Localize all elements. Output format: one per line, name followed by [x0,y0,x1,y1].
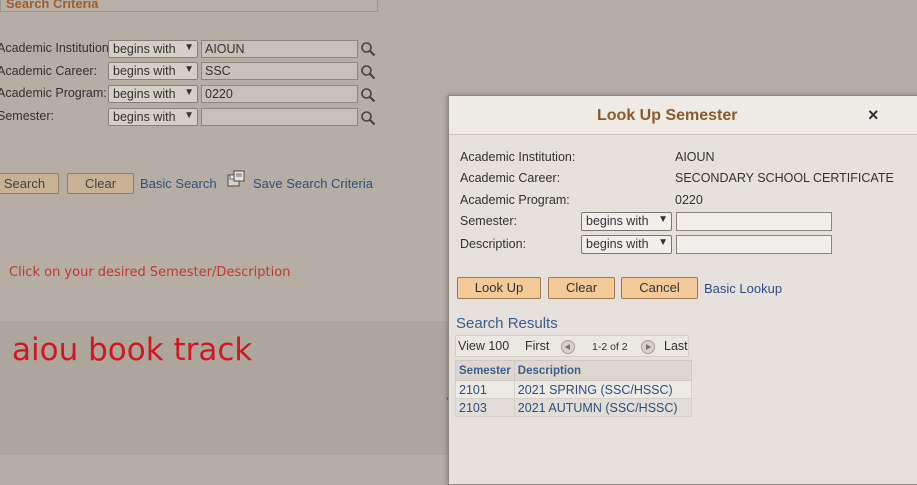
watermark-text: aiou book track [12,332,253,368]
program-input[interactable]: 0220 [201,85,358,103]
chevron-down-icon: ▼ [184,110,194,121]
clear-button[interactable]: Clear [67,173,134,194]
grid-navigation: View 100 First 1-2 of 2 Last [455,335,689,357]
view-all-link[interactable]: View 100 [458,339,509,353]
institution-operator-select[interactable]: begins with ▼ [108,40,198,58]
program-field-value: 0220 [675,193,703,207]
close-icon[interactable]: × [868,105,879,126]
results-table: Semester Description 2101 2021 SPRING (S… [455,360,692,417]
description-cell[interactable]: 2021 AUTUMN (SSC/HSSC) [513,398,692,417]
career-field-value: SECONDARY SCHOOL CERTIFICATE [675,171,894,185]
career-label: Academic Career: [0,64,98,78]
description-field-label: Description: [460,237,526,251]
modal-clear-button[interactable]: Clear [548,277,615,299]
semester-label: Semester: [0,109,54,123]
semester-cell[interactable]: 2103 [455,398,515,417]
next-page-icon[interactable] [641,340,655,354]
institution-field-value: AIOUN [675,150,715,164]
row-range: 1-2 of 2 [592,341,628,353]
table-header-row: Semester Description [455,360,692,381]
semester-lookup-input[interactable] [676,212,832,231]
chevron-down-icon: ▼ [658,214,668,225]
semester-operator-select[interactable]: begins with ▼ [581,212,672,231]
semester-field-label: Semester: [460,214,517,228]
table-row[interactable]: 2103 2021 AUTUMN (SSC/HSSC) [455,398,692,417]
prev-page-icon[interactable] [561,340,575,354]
search-icon[interactable] [360,41,376,57]
basic-search-link[interactable]: Basic Search [140,176,217,191]
career-field-label: Academic Career: [460,171,561,185]
lookup-semester-modal: Look Up Semester × Academic Institution:… [448,95,917,485]
column-header-semester[interactable]: Semester [455,360,515,381]
search-button[interactable]: Search [0,173,59,194]
semester-input[interactable] [201,108,358,126]
search-icon[interactable] [360,64,376,80]
chevron-down-icon: ▼ [184,64,194,75]
institution-field-label: Academic Institution: [460,150,576,164]
save-search-criteria-link[interactable]: Save Search Criteria [253,176,373,191]
institution-input[interactable]: AIOUN [201,40,358,58]
program-field-label: Academic Program: [460,193,570,207]
chevron-down-icon: ▼ [184,42,194,53]
modal-title: Look Up Semester [597,107,738,124]
search-icon[interactable] [360,110,376,126]
chevron-down-icon: ▼ [658,237,668,248]
semester-operator-select[interactable]: begins with ▼ [108,108,198,126]
search-results-title: Search Results [456,315,558,332]
chevron-down-icon: ▼ [184,87,194,98]
description-operator-select[interactable]: begins with ▼ [581,235,672,254]
instruction-note: Click on your desired Semester/Descripti… [9,265,291,280]
career-input[interactable]: SSC [201,62,358,80]
cancel-button[interactable]: Cancel [621,277,698,299]
criteria-title: Search Criteria [6,0,99,11]
semester-cell[interactable]: 2101 [455,380,515,399]
description-lookup-input[interactable] [676,235,832,254]
institution-label: Academic Institution: [0,41,113,55]
last-link[interactable]: Last [664,339,688,353]
save-search-icon[interactable] [227,170,245,188]
modal-titlebar: Look Up Semester × [449,96,917,135]
lookup-button[interactable]: Look Up [457,277,541,299]
program-operator-select[interactable]: begins with ▼ [108,85,198,103]
program-label: Academic Program: [0,86,107,100]
first-link[interactable]: First [525,339,549,353]
basic-lookup-link[interactable]: Basic Lookup [704,281,782,296]
table-row[interactable]: 2101 2021 SPRING (SSC/HSSC) [455,380,692,399]
search-icon[interactable] [360,87,376,103]
career-operator-select[interactable]: begins with ▼ [108,62,198,80]
column-header-description[interactable]: Description [513,360,692,381]
description-cell[interactable]: 2021 SPRING (SSC/HSSC) [513,380,692,399]
